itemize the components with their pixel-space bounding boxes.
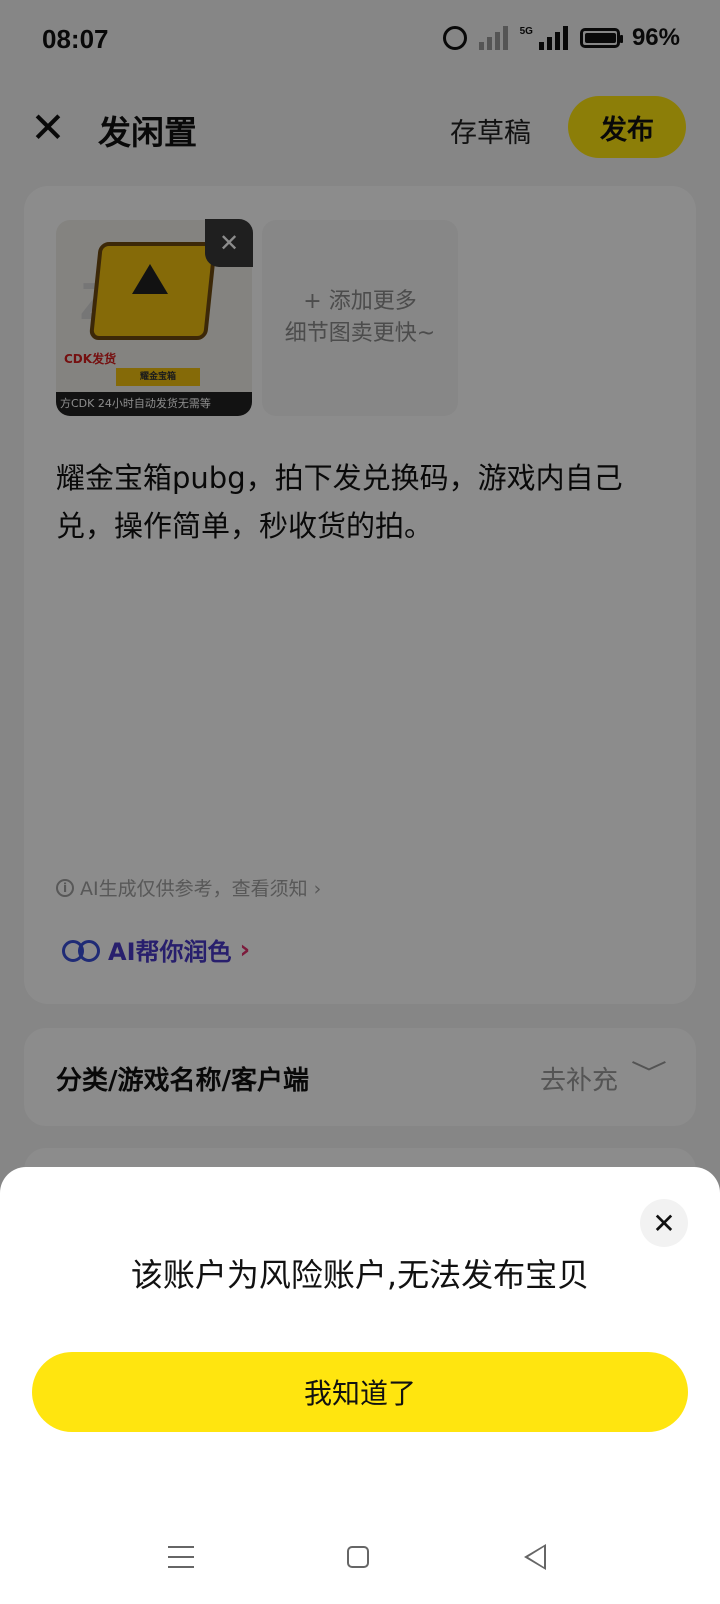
home-icon[interactable] bbox=[347, 1546, 369, 1568]
recent-apps-icon[interactable] bbox=[168, 1546, 194, 1568]
dialog-close-button[interactable]: ✕ bbox=[640, 1199, 688, 1247]
back-icon[interactable] bbox=[524, 1544, 546, 1570]
dialog-message: 该账户为风险账户,无法发布宝贝 bbox=[130, 1256, 590, 1294]
acknowledge-button[interactable]: 我知道了 bbox=[32, 1352, 688, 1432]
